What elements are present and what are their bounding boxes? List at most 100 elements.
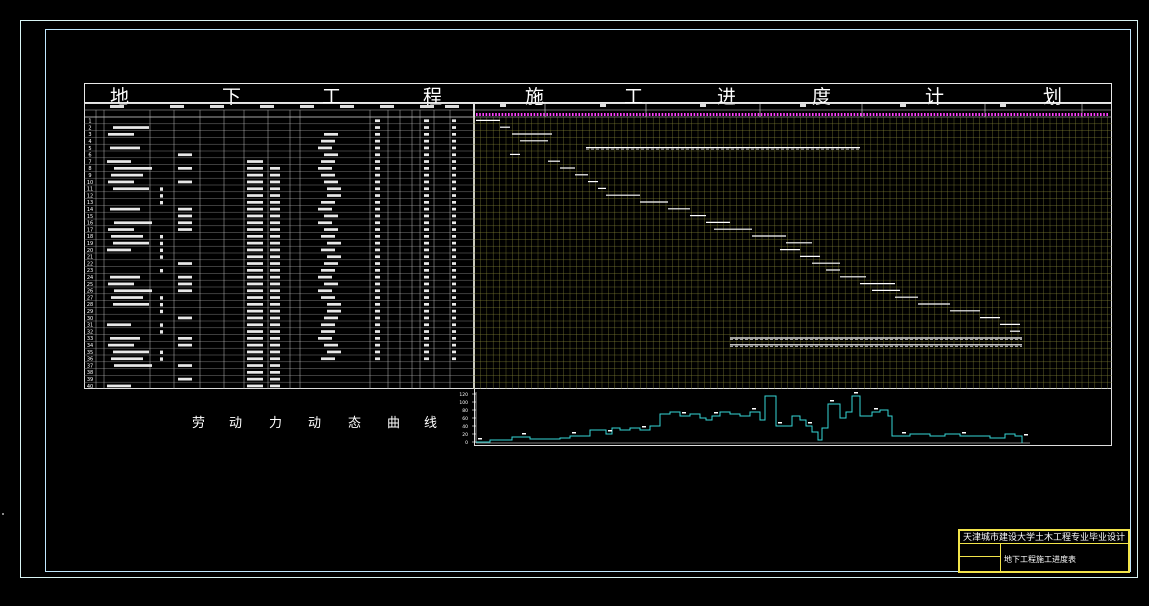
gantt-day-tick (943, 113, 945, 116)
table-cell-text (321, 139, 335, 143)
table-cell-text (270, 207, 280, 211)
stray-mark (2, 513, 4, 515)
table-row-number: 20 (87, 248, 93, 254)
curve-y-tick: 80 (462, 408, 468, 414)
table-cell-text (452, 173, 456, 177)
table-cell-text (270, 323, 280, 327)
table-cell-text (160, 302, 163, 307)
curve-value-mark (778, 422, 782, 424)
curve-value-mark (830, 400, 834, 402)
table-cell-text (452, 262, 456, 265)
table-cell-text (375, 316, 380, 320)
table-cell-text (270, 302, 280, 306)
gantt-day-tick (959, 113, 961, 116)
table-cell-text (160, 330, 163, 334)
table-cell-text (424, 228, 429, 231)
curve-y-tick: 120 (459, 392, 468, 398)
table-cell-text (375, 153, 380, 157)
gantt-day-tick (610, 113, 612, 116)
table-cell-text (270, 316, 280, 320)
table-cell-text (247, 268, 263, 272)
gantt-day-tick (840, 113, 843, 116)
gantt-day-tick (1061, 113, 1064, 116)
table-cell-text (247, 336, 263, 340)
schedule-drawing: 1234567891011121314151617181920212223242… (84, 103, 1112, 446)
table-header-text (340, 105, 354, 108)
curve-value-mark (682, 412, 686, 414)
gantt-day-tick (722, 113, 724, 116)
gantt-day-tick (1032, 113, 1035, 116)
gantt-day-tick (703, 113, 705, 116)
table-cell-text (375, 343, 380, 347)
table-cell-text (327, 194, 341, 197)
gantt-day-tick (709, 113, 712, 116)
table-cell-text (452, 357, 456, 361)
table-cell-text (452, 207, 456, 211)
gantt-day-tick (488, 113, 491, 116)
gantt-day-tick (597, 113, 600, 116)
gantt-day-tick (674, 113, 676, 116)
table-row-number: 8 (88, 166, 91, 172)
curve-value-mark (522, 433, 526, 435)
table-header-text (445, 105, 459, 108)
table-cell-text (375, 119, 380, 123)
table-cell-text (375, 268, 380, 272)
table-cell-text (270, 255, 280, 259)
gantt-day-tick (527, 113, 529, 116)
gantt-day-tick (872, 113, 875, 116)
table-cell-text (375, 180, 380, 184)
gantt-day-tick (1023, 113, 1025, 116)
gantt-day-tick (901, 113, 904, 116)
gantt-day-tick (1077, 113, 1080, 116)
gantt-day-tick (927, 113, 929, 116)
table-cell-text (160, 357, 163, 361)
curve-value-mark (642, 426, 646, 428)
gantt-day-tick (860, 113, 862, 116)
gantt-day-tick (1080, 113, 1083, 116)
table-row-number: 33 (87, 336, 93, 342)
table-cell-text (178, 289, 192, 293)
gantt-month-label (600, 104, 606, 107)
gantt-day-tick (837, 113, 840, 116)
gantt-day-tick (815, 113, 817, 116)
table-header-text (170, 105, 184, 108)
gantt-day-tick (888, 113, 891, 116)
table-row-number: 39 (87, 377, 93, 383)
gantt-day-tick (770, 113, 772, 116)
table-cell-text (270, 173, 280, 177)
table-cell-text (324, 214, 338, 218)
table-cell-text (160, 268, 163, 273)
gantt-day-tick (655, 113, 657, 116)
gantt-day-tick (511, 113, 513, 116)
table-row-number: 28 (87, 302, 93, 308)
gantt-day-tick (562, 113, 564, 116)
gantt-day-tick (479, 113, 481, 116)
gantt-day-tick (581, 113, 584, 116)
table-cell-text (424, 146, 429, 150)
table-cell-text (270, 214, 280, 218)
gantt-day-tick (1000, 113, 1003, 116)
table-row-number: 36 (87, 357, 93, 363)
table-cell-text (321, 330, 335, 333)
gantt-day-tick (994, 113, 996, 116)
gantt-day-tick (565, 113, 568, 116)
table-row-number: 1 (88, 119, 91, 125)
gantt-day-tick (738, 113, 740, 116)
table-cell-text (113, 187, 149, 191)
table-cell-text (247, 234, 263, 238)
gantt-day-tick (799, 113, 801, 116)
table-cell-text (178, 207, 192, 211)
table-cell-text (178, 343, 192, 347)
gantt-day-tick (661, 113, 664, 116)
gantt-day-tick (642, 113, 644, 116)
gantt-day-tick (940, 113, 942, 116)
gantt-day-tick (1020, 113, 1022, 116)
table-cell-text (424, 153, 429, 157)
gantt-day-tick (540, 113, 542, 116)
table-row-number: 35 (87, 350, 93, 356)
table-cell-text (375, 207, 380, 211)
table-cell-text (452, 153, 456, 157)
gantt-day-tick (968, 113, 971, 116)
table-cell-text (452, 302, 456, 306)
gantt-day-tick (1055, 113, 1057, 116)
